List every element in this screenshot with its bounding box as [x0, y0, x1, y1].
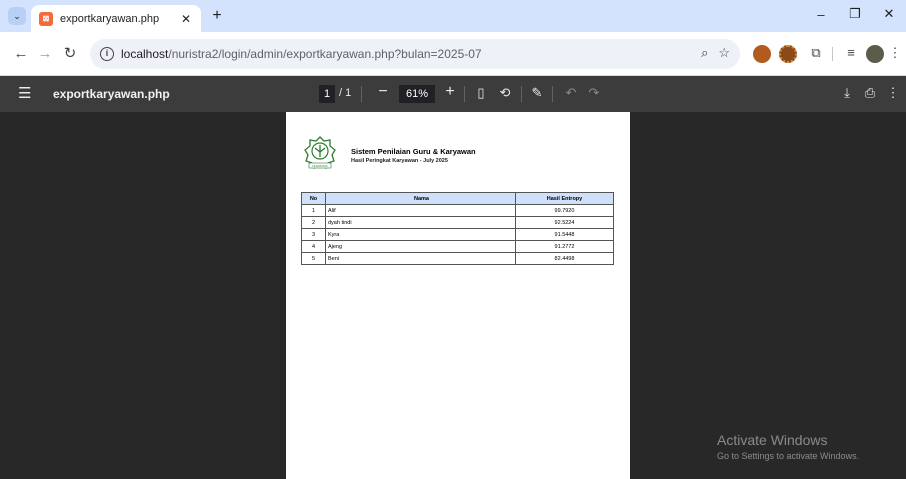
cell-hasil: 92.5224	[515, 216, 614, 229]
page-total: / 1	[339, 87, 352, 99]
cell-no: 2	[301, 216, 326, 229]
pdf-divider	[464, 86, 465, 102]
url-host: localhost	[121, 47, 169, 61]
pdf-page: NURISTRA Sistem Penilaian Guru & Karyawa…	[286, 112, 630, 479]
pdf-divider	[361, 86, 362, 102]
cell-nama: Beni	[325, 252, 516, 265]
extensions-puzzle-icon[interactable]: ⧉	[806, 43, 826, 63]
close-window-button[interactable]: ✕	[872, 0, 906, 28]
zoom-icon[interactable]: ⌕	[701, 45, 708, 61]
pdf-divider	[521, 86, 522, 102]
toolbar-divider	[832, 47, 833, 61]
column-header-no: No	[301, 192, 326, 205]
cell-nama: Ajeng	[325, 240, 516, 253]
table-row: 5 Beni 82.4498	[301, 252, 614, 265]
redo-icon[interactable]: ↷	[585, 85, 603, 101]
document-title: Sistem Penilaian Guru & Karyawan	[351, 147, 476, 156]
fit-page-icon[interactable]: ▯	[472, 85, 490, 101]
new-tab-button[interactable]: +	[208, 7, 226, 25]
column-header-hasil: Hasil Entropy	[515, 192, 614, 205]
watermark-subtitle: Go to Settings to activate Windows.	[717, 451, 860, 461]
pdf-filename: exportkaryawan.php	[53, 87, 170, 101]
cell-no: 3	[301, 228, 326, 241]
cell-no: 5	[301, 252, 326, 265]
page-number-input[interactable]: 1	[319, 85, 335, 103]
cell-no: 4	[301, 240, 326, 253]
browser-menu-icon[interactable]: ⋮	[888, 43, 902, 63]
nuristra-logo: NURISTRA	[304, 136, 336, 169]
tab-title: exportkaryawan.php	[60, 12, 160, 25]
sidebar-menu-icon[interactable]: ☰	[18, 84, 31, 102]
forward-arrow-icon[interactable]: →	[34, 43, 56, 65]
cell-hasil: 91.2772	[515, 240, 614, 253]
ranking-table: No Nama Hasil Entropy 1 Alif 99.7920 2 d…	[301, 192, 614, 265]
cell-hasil: 91.5448	[515, 228, 614, 241]
watermark-title: Activate Windows	[717, 432, 828, 448]
zoom-level-input[interactable]: 61%	[399, 85, 435, 103]
cookie-extension-icon[interactable]	[779, 45, 797, 63]
extension-icon[interactable]	[753, 45, 771, 63]
zoom-in-button[interactable]: +	[441, 83, 459, 101]
pdf-toolbar: ☰ exportkaryawan.php 1 / 1 − 61% + ▯ ⟲ ✎…	[0, 76, 906, 112]
cell-hasil: 99.7920	[515, 204, 614, 217]
annotate-pen-icon[interactable]: ✎	[528, 85, 546, 101]
reading-list-icon[interactable]: ≡	[841, 43, 861, 63]
download-icon[interactable]: ⤓	[838, 85, 856, 101]
minimize-button[interactable]: –	[804, 0, 838, 28]
maximize-button[interactable]: ❐	[838, 0, 872, 28]
browser-toolbar: ← → ↻ i localhost/nuristra2/login/admin/…	[0, 32, 906, 76]
pdf-viewer-area[interactable]: NURISTRA Sistem Penilaian Guru & Karyawa…	[0, 112, 906, 479]
print-icon[interactable]: ⎙	[861, 85, 879, 101]
tab-search-chevron-icon[interactable]: ⌄	[8, 7, 26, 25]
activate-windows-watermark: Activate Windows Go to Settings to activ…	[717, 432, 859, 461]
column-header-nama: Nama	[325, 192, 516, 205]
profile-avatar[interactable]	[866, 45, 884, 63]
close-tab-icon[interactable]: ✕	[179, 12, 193, 26]
bookmark-star-icon[interactable]: ☆	[718, 45, 730, 61]
cell-nama: Alif	[325, 204, 516, 217]
table-header-row: No Nama Hasil Entropy	[301, 192, 614, 205]
table-row: 3 Kyra 91.5448	[301, 228, 614, 241]
address-bar[interactable]: i localhost/nuristra2/login/admin/export…	[90, 39, 740, 69]
reload-icon[interactable]: ↻	[59, 43, 81, 65]
tab-strip: ⌄ ⊠ exportkaryawan.php ✕ + – ❐ ✕	[0, 0, 906, 32]
browser-tab[interactable]: ⊠ exportkaryawan.php ✕	[31, 5, 201, 32]
table-row: 2 dyah tindi 92.5224	[301, 216, 614, 229]
zoom-out-button[interactable]: −	[374, 83, 392, 101]
table-row: 4 Ajeng 91.2772	[301, 240, 614, 253]
site-info-icon[interactable]: i	[100, 47, 114, 61]
cell-no: 1	[301, 204, 326, 217]
cell-nama: dyah tindi	[325, 216, 516, 229]
rotate-icon[interactable]: ⟲	[496, 85, 514, 101]
cell-nama: Kyra	[325, 228, 516, 241]
url-path: /nuristra2/login/admin/exportkaryawan.ph…	[168, 47, 482, 61]
url-text[interactable]: localhost/nuristra2/login/admin/exportka…	[121, 47, 482, 61]
undo-icon[interactable]: ↶	[562, 85, 580, 101]
xampp-icon: ⊠	[39, 11, 53, 26]
document-subtitle: Hasil Peringkat Karyawan - July 2025	[351, 158, 448, 164]
more-options-icon[interactable]: ⋮	[884, 85, 902, 101]
window-controls: – ❐ ✕	[804, 0, 906, 28]
cell-hasil: 82.4498	[515, 252, 614, 265]
back-arrow-icon[interactable]: ←	[10, 43, 32, 65]
pdf-divider	[552, 86, 553, 102]
logo-text: NURISTRA	[312, 164, 327, 168]
table-row: 1 Alif 99.7920	[301, 204, 614, 217]
